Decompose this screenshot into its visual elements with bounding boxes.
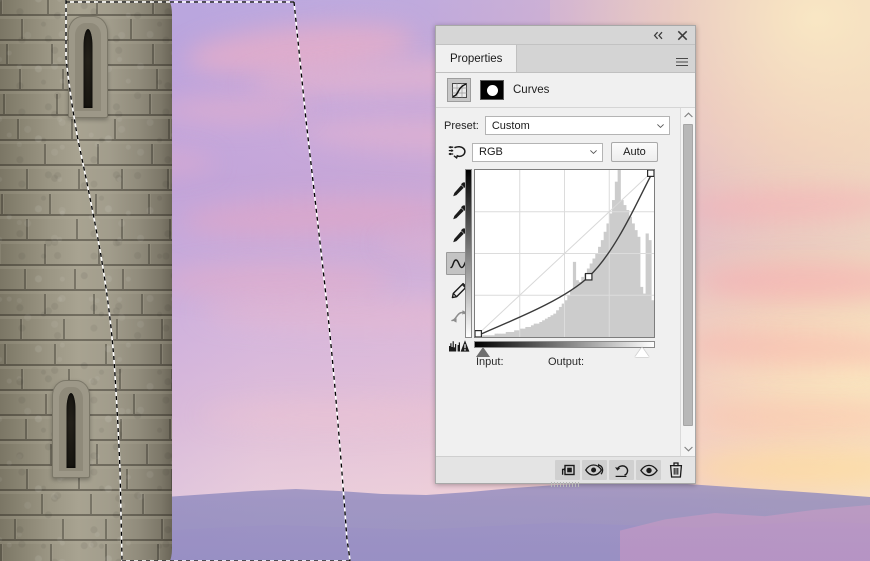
scrollbar-track[interactable] <box>681 122 695 442</box>
panel-resize-grip[interactable] <box>550 482 581 487</box>
curves-icon[interactable] <box>447 78 471 102</box>
tab-properties-label: Properties <box>450 52 503 65</box>
curve-control-point[interactable] <box>475 330 483 337</box>
panel-footer <box>436 456 695 483</box>
stone-tower <box>0 0 172 561</box>
curves-graph[interactable] <box>474 169 655 338</box>
preset-row: Preset: Custom <box>444 116 670 135</box>
panel-chrome-bar <box>436 26 695 45</box>
tower-window <box>68 16 108 118</box>
input-label: Input: <box>476 356 504 368</box>
preset-label: Preset: <box>444 119 479 132</box>
collapse-panel-icon[interactable] <box>652 29 665 42</box>
close-panel-icon[interactable] <box>676 29 689 42</box>
layer-mask-thumbnail[interactable] <box>480 80 504 100</box>
input-output-row: Input: Output: <box>476 356 670 368</box>
adjustment-title: Curves <box>513 84 550 96</box>
panel-content: Preset: Custom RGB Auto Input: Output: <box>436 108 680 456</box>
tab-strip-spacer <box>517 45 669 72</box>
curves-graph-wrapper: Input: Output: <box>465 169 670 368</box>
curve-control-point[interactable] <box>647 170 654 178</box>
properties-panel: Properties Curves Preset: Custom RGB Aut… <box>435 25 696 487</box>
adjustment-header: Curves <box>436 73 695 108</box>
curve-control-point[interactable] <box>584 272 593 281</box>
curves-editor: Input: Output: <box>444 169 670 368</box>
reset-adjustment-button[interactable] <box>609 460 634 480</box>
input-gradient-ramp <box>474 341 655 348</box>
output-label: Output: <box>548 356 585 368</box>
scroll-down-arrow-icon[interactable] <box>681 442 695 456</box>
clip-to-layer-button[interactable] <box>555 460 580 480</box>
panel-tab-strip: Properties <box>436 45 695 73</box>
preset-value: Custom <box>491 119 530 132</box>
histogram-clipping-warning[interactable] <box>447 335 471 356</box>
chevron-down-icon <box>657 123 664 128</box>
tab-properties[interactable]: Properties <box>436 45 518 72</box>
output-gradient-ramp <box>465 169 472 338</box>
white-input-slider[interactable] <box>635 347 649 357</box>
view-previous-state-button[interactable] <box>582 460 607 480</box>
panel-scrollbar[interactable] <box>680 108 695 456</box>
scroll-up-arrow-icon[interactable] <box>681 108 695 122</box>
channel-value: RGB <box>479 146 503 158</box>
tower-window <box>52 380 90 478</box>
black-input-slider[interactable] <box>476 347 490 357</box>
toggle-layer-visibility-button[interactable] <box>636 460 661 480</box>
scrollbar-thumb[interactable] <box>683 124 693 426</box>
panel-body: Preset: Custom RGB Auto Input: Output: <box>436 108 695 456</box>
photoshop-canvas: Properties Curves Preset: Custom RGB Aut… <box>0 0 870 561</box>
auto-button[interactable]: Auto <box>611 142 658 162</box>
panel-menu-icon[interactable] <box>669 45 695 72</box>
preset-select[interactable]: Custom <box>484 116 670 135</box>
on-image-adjustment-icon[interactable] <box>444 144 472 161</box>
channel-select[interactable]: RGB <box>472 142 603 162</box>
chevron-down-icon <box>590 150 597 154</box>
delete-adjustment-layer-button[interactable] <box>663 460 688 480</box>
channel-row: RGB Auto <box>444 142 670 162</box>
